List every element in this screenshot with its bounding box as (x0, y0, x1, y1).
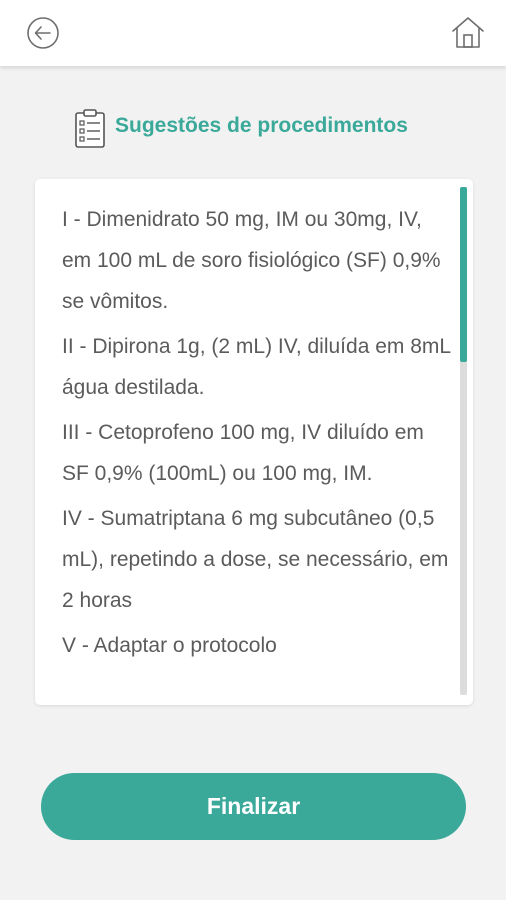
section-title: Sugestões de procedimentos (115, 114, 408, 137)
home-icon (452, 17, 484, 48)
finalize-button[interactable]: Finalizar (41, 773, 466, 840)
procedure-item: I - Dimenidrato 50 mg, IM ou 30mg, IV, e… (62, 208, 441, 313)
procedure-item: III - Cetoprofeno 100 mg, IV diluído em … (62, 421, 424, 485)
scrollbar-thumb[interactable] (460, 187, 467, 362)
arrow-left-circle-icon (27, 17, 59, 49)
section-header: Sugestões de procedimentos (0, 106, 506, 150)
procedures-list: I - Dimenidrato 50 mg, IM ou 30mg, IV, e… (62, 199, 454, 670)
procedures-card[interactable]: I - Dimenidrato 50 mg, IM ou 30mg, IV, e… (35, 179, 473, 705)
procedure-item: IV - Sumatriptana 6 mg subcutâneo (0,5 m… (62, 507, 449, 612)
top-bar (0, 0, 506, 66)
procedure-item: II - Dipirona 1g, (2 mL) IV, diluída em … (62, 335, 451, 399)
procedure-item: V - Adaptar o protocolo (62, 634, 277, 657)
clipboard-icon (73, 108, 107, 148)
scrollbar-track[interactable] (460, 187, 467, 695)
back-button[interactable] (26, 16, 60, 50)
home-button[interactable] (450, 14, 486, 50)
